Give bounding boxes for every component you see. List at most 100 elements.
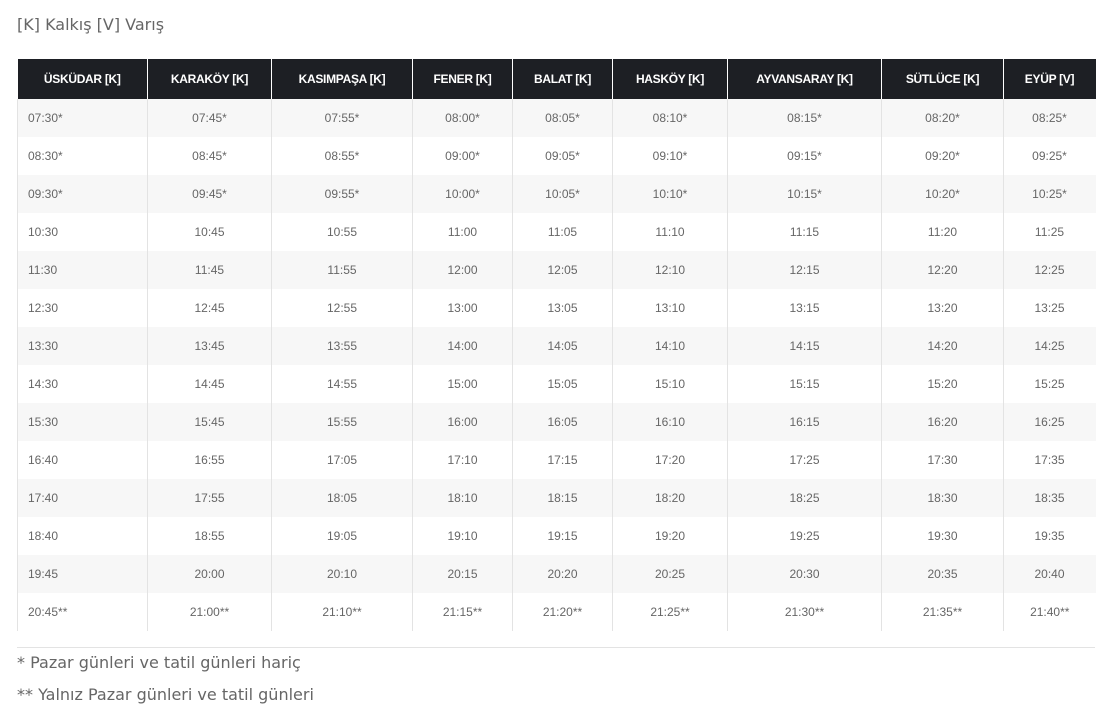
time-cell: 12:45: [147, 289, 272, 327]
time-cell: 11:55: [271, 251, 413, 289]
time-cell: 19:05: [271, 517, 413, 555]
time-cell: 21:30**: [727, 593, 882, 631]
time-cell: 19:20: [612, 517, 728, 555]
time-cell: 08:10*: [612, 99, 728, 137]
time-cell: 15:10: [612, 365, 728, 403]
time-cell: 21:35**: [881, 593, 1004, 631]
time-cell: 14:55: [271, 365, 413, 403]
time-cell: 20:30: [727, 555, 882, 593]
time-cell: 19:35: [1003, 517, 1096, 555]
time-cell: 14:25: [1003, 327, 1096, 365]
footnote-weekday: * Pazar günleri ve tatil günleri hariç: [17, 653, 301, 672]
table-row: 09:30* 09:45* 09:55* 10:00* 10:05* 10:10* 10:1…: [17, 175, 1096, 213]
time-cell: 08:25*: [1003, 99, 1096, 137]
time-cell: 12:55: [271, 289, 413, 327]
time-cell: 17:30: [881, 441, 1004, 479]
time-cell: 20:35: [881, 555, 1004, 593]
table-row: 18:40 18:55 19:05 19:10 19:15 19:20 19:25 19:30…: [17, 517, 1096, 555]
time-cell: 21:00**: [147, 593, 272, 631]
time-cell: 12:25: [1003, 251, 1096, 289]
time-cell: 11:45: [147, 251, 272, 289]
time-cell: 15:30: [17, 403, 148, 441]
time-cell: 13:20: [881, 289, 1004, 327]
time-cell: 15:55: [271, 403, 413, 441]
time-cell: 10:15*: [727, 175, 882, 213]
time-cell: 17:40: [17, 479, 148, 517]
table-header-row: ÜSKÜDAR [K] KARAKÖY [K] KASIMPAŞA [K] FE…: [17, 59, 1096, 99]
time-cell: 08:30*: [17, 137, 148, 175]
column-header: BALAT [K]: [512, 59, 613, 99]
time-cell: 07:45*: [147, 99, 272, 137]
table-row: 16:40 16:55 17:05 17:10 17:15 17:20 17:25 17:30…: [17, 441, 1096, 479]
time-cell: 10:30: [17, 213, 148, 251]
time-cell: 18:15: [512, 479, 613, 517]
column-header: HASKÖY [K]: [612, 59, 728, 99]
column-header: KASIMPAŞA [K]: [271, 59, 413, 99]
time-cell: 07:30*: [17, 99, 148, 137]
time-cell: 10:25*: [1003, 175, 1096, 213]
time-cell: 09:20*: [881, 137, 1004, 175]
time-cell: 10:55: [271, 213, 413, 251]
time-cell: 08:45*: [147, 137, 272, 175]
table-row: 13:30 13:45 13:55 14:00 14:05 14:10 14:15 14:20…: [17, 327, 1096, 365]
time-cell: 08:55*: [271, 137, 413, 175]
time-cell: 18:40: [17, 517, 148, 555]
time-cell: 18:10: [412, 479, 513, 517]
time-cell: 15:05: [512, 365, 613, 403]
time-cell: 19:25: [727, 517, 882, 555]
time-cell: 08:00*: [412, 99, 513, 137]
time-cell: 16:05: [512, 403, 613, 441]
table-row: 20:45** 21:00** 21:10** 21:15** 21:20** 21:25…: [17, 593, 1096, 631]
time-cell: 08:20*: [881, 99, 1004, 137]
column-header: ÜSKÜDAR [K]: [17, 59, 148, 99]
time-cell: 13:45: [147, 327, 272, 365]
time-cell: 13:00: [412, 289, 513, 327]
time-cell: 11:05: [512, 213, 613, 251]
time-cell: 20:00: [147, 555, 272, 593]
table-row: 07:30* 07:45* 07:55* 08:00* 08:05* 08:10* 08:1…: [17, 99, 1096, 137]
time-cell: 16:10: [612, 403, 728, 441]
time-cell: 21:15**: [412, 593, 513, 631]
time-cell: 11:30: [17, 251, 148, 289]
time-cell: 14:00: [412, 327, 513, 365]
table-row: 17:40 17:55 18:05 18:10 18:15 18:20 18:25 18:30…: [17, 479, 1096, 517]
time-cell: 12:30: [17, 289, 148, 327]
time-cell: 17:20: [612, 441, 728, 479]
time-cell: 20:25: [612, 555, 728, 593]
time-cell: 17:55: [147, 479, 272, 517]
time-cell: 16:00: [412, 403, 513, 441]
footnote-sunday: ** Yalnız Pazar günleri ve tatil günleri: [17, 685, 314, 704]
time-cell: 17:15: [512, 441, 613, 479]
time-cell: 13:15: [727, 289, 882, 327]
table-row: 08:30* 08:45* 08:55* 09:00* 09:05* 09:10* 09:1…: [17, 137, 1096, 175]
legend-text: [K] Kalkış [V] Varış: [17, 15, 165, 34]
time-cell: 08:05*: [512, 99, 613, 137]
time-cell: 12:05: [512, 251, 613, 289]
footer-divider: [17, 647, 1095, 648]
time-cell: 19:15: [512, 517, 613, 555]
table-row: 14:30 14:45 14:55 15:00 15:05 15:10 15:15 15:20…: [17, 365, 1096, 403]
time-cell: 07:55*: [271, 99, 413, 137]
time-cell: 14:05: [512, 327, 613, 365]
time-cell: 17:35: [1003, 441, 1096, 479]
time-cell: 14:30: [17, 365, 148, 403]
table-row: 12:30 12:45 12:55 13:00 13:05 13:10 13:15 13:20…: [17, 289, 1096, 327]
table-body: 07:30* 07:45* 07:55* 08:00* 08:05* 08:10* 08:1…: [17, 99, 1096, 631]
column-header: FENER [K]: [412, 59, 513, 99]
time-cell: 09:00*: [412, 137, 513, 175]
time-cell: 18:35: [1003, 479, 1096, 517]
time-cell: 11:15: [727, 213, 882, 251]
time-cell: 18:20: [612, 479, 728, 517]
time-cell: 11:00: [412, 213, 513, 251]
table-row: 19:45 20:00 20:10 20:15 20:20 20:25 20:30 20:35…: [17, 555, 1096, 593]
time-cell: 13:55: [271, 327, 413, 365]
time-cell: 09:25*: [1003, 137, 1096, 175]
time-cell: 15:25: [1003, 365, 1096, 403]
time-cell: 14:15: [727, 327, 882, 365]
time-cell: 20:10: [271, 555, 413, 593]
time-cell: 20:40: [1003, 555, 1096, 593]
time-cell: 10:20*: [881, 175, 1004, 213]
time-cell: 13:25: [1003, 289, 1096, 327]
table-row: 11:30 11:45 11:55 12:00 12:05 12:10 12:15 12:20…: [17, 251, 1096, 289]
time-cell: 13:10: [612, 289, 728, 327]
